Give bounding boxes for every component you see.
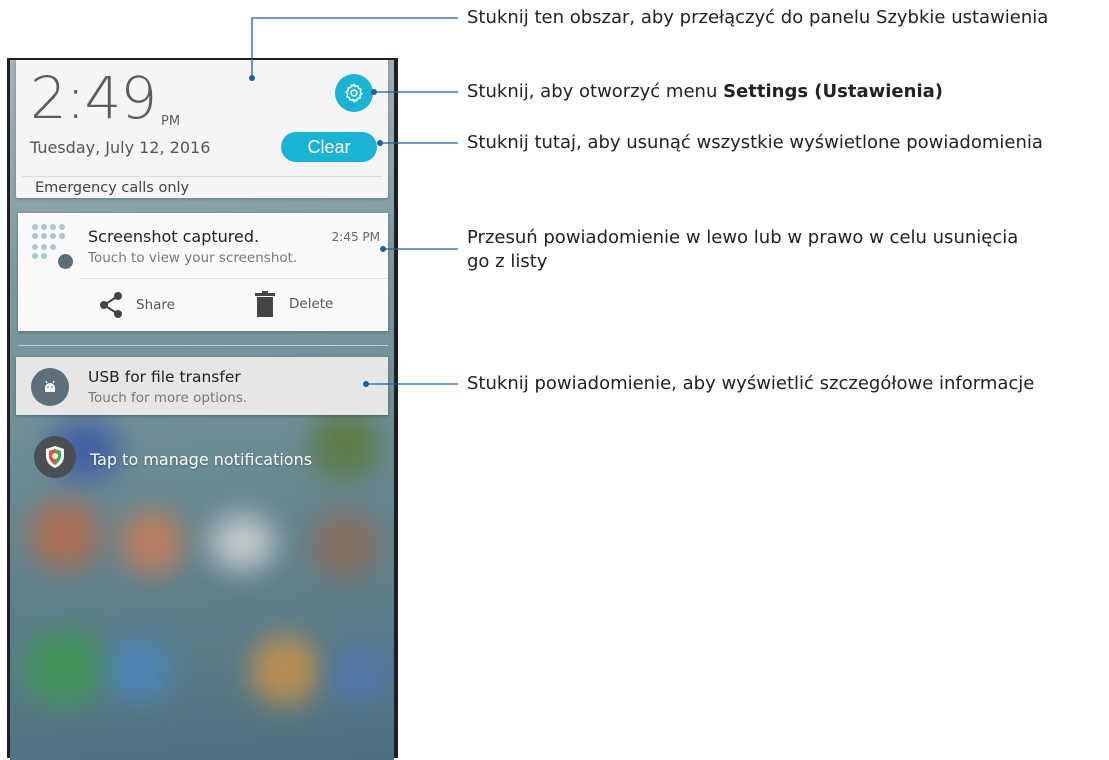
callout-marker: [249, 75, 255, 81]
callout-settings-text: Stuknij, aby otworzyć menu: [467, 81, 724, 102]
callout-marker: [377, 140, 383, 146]
callout-lines: [251, 17, 458, 385]
callout-marker: [363, 381, 369, 387]
callout-settings-bold: Settings (Ustawienia): [723, 81, 943, 102]
callout-quick-settings: Stuknij ten obszar, aby przełączyć do pa…: [467, 7, 1049, 28]
callout-swipe-line2: go z listy: [467, 251, 548, 272]
callout-clear: Stuknij tutaj, aby usunąć wszystkie wyśw…: [467, 132, 1043, 153]
callout-swipe: Przesuń powiadomienie w lewo lub w prawo…: [467, 226, 1018, 274]
callout-settings: Stuknij, aby otworzyć menu Settings (Ust…: [467, 80, 943, 104]
callout-marker: [380, 246, 386, 252]
callout-marker: [371, 89, 377, 95]
callout-tap-details: Stuknij powiadomienie, aby wyświetlić sz…: [467, 373, 1035, 394]
callout-swipe-line1: Przesuń powiadomienie w lewo lub w prawo…: [467, 227, 1019, 248]
